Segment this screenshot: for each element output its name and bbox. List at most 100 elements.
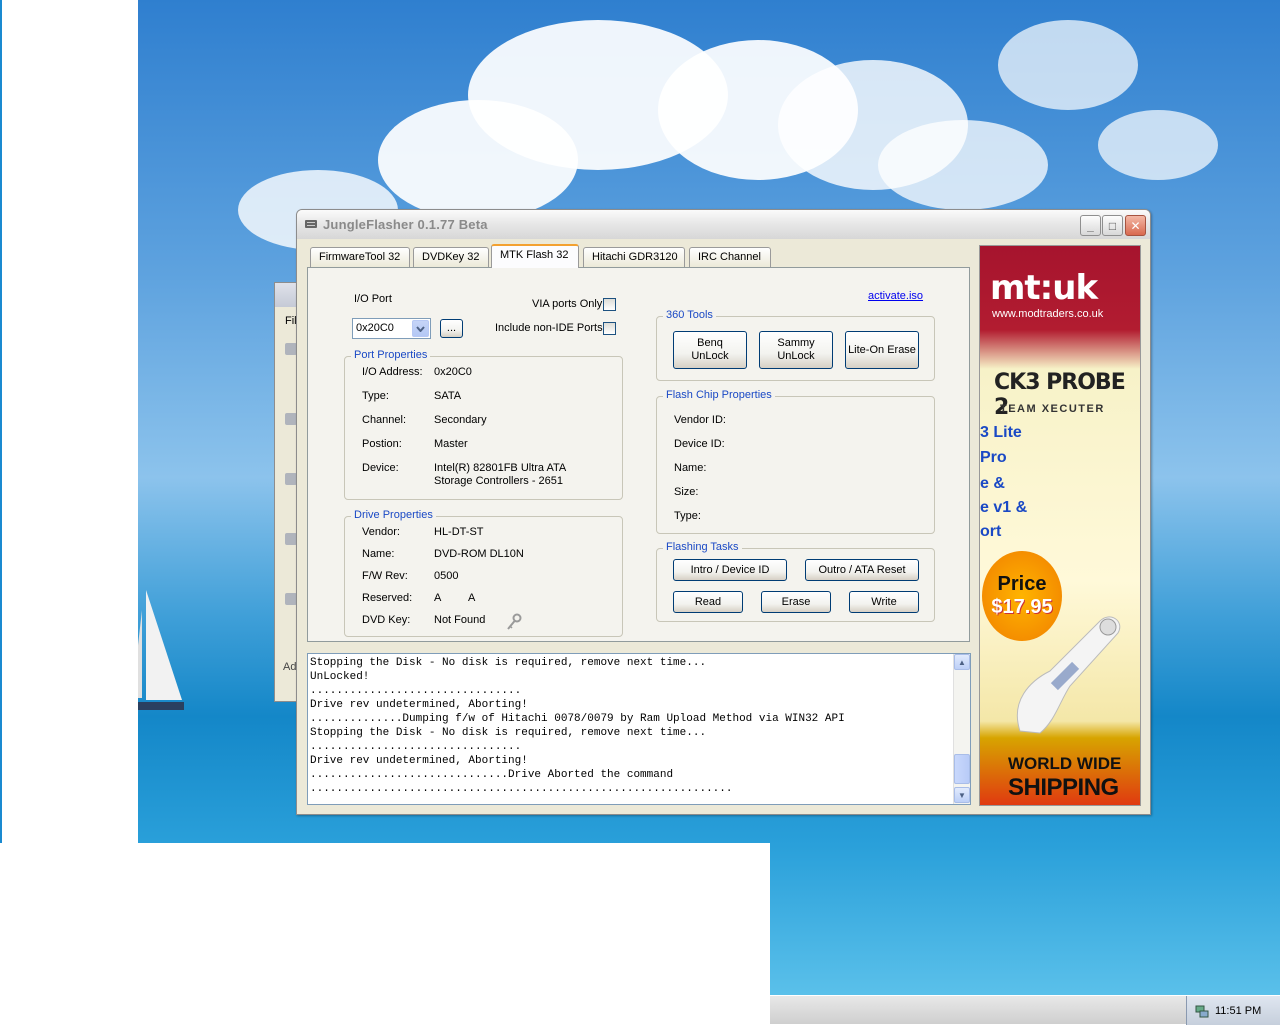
ad-line: ort [980, 523, 1002, 540]
network-icon[interactable] [1195, 1004, 1209, 1018]
minimize-button[interactable]: _ [1080, 215, 1101, 236]
cloud [1098, 110, 1218, 180]
360-tools-group: 360 Tools Benq UnLock Sammy UnLock Lite-… [656, 309, 935, 381]
liteon-erase-button[interactable]: Lite-On Erase [845, 331, 919, 369]
device-label: Device: [362, 462, 399, 474]
position-label: Postion: [362, 438, 402, 450]
ad-shipping-line1: WORLD WIDE [1008, 754, 1122, 773]
chip-type-label: Type: [674, 510, 701, 522]
activate-iso-link[interactable]: activate.iso [868, 290, 923, 302]
flash-chip-properties-group: Flash Chip Properties Vendor ID: Device … [656, 389, 935, 534]
cloud [378, 100, 578, 220]
chip-name-label: Name: [674, 462, 707, 474]
ad-team-name: TEAM XECUTER [1000, 403, 1105, 415]
probe-device-image [1016, 616, 1121, 734]
log-line: ................................ [310, 685, 522, 697]
ad-line: e v1 & [980, 499, 1028, 516]
log-line: Stopping the Disk - No disk is required,… [310, 657, 707, 669]
cloud [878, 120, 1048, 210]
flashing-tasks-title: Flashing Tasks [663, 541, 742, 553]
jungleflasher-window: JungleFlasher 0.1.77 Beta _ □ ✕ Firmware… [296, 209, 1151, 815]
fw-rev-value: 0500 [434, 570, 459, 582]
scroll-down-icon[interactable]: ▼ [954, 787, 970, 803]
ad-logo: mt:uk [990, 268, 1098, 308]
drive-properties-group: Drive Properties Vendor: HL-DT-ST Name: … [344, 509, 623, 637]
ad-line: Pro [980, 449, 1007, 466]
type-value: SATA [434, 390, 462, 402]
tab-dvdkey[interactable]: DVDKey 32 [413, 247, 489, 267]
scroll-thumb[interactable] [954, 754, 970, 784]
via-ports-label: VIA ports Only [532, 298, 603, 310]
intro-device-id-button[interactable]: Intro / Device ID [673, 559, 787, 581]
benq-unlock-label-2: UnLock [691, 350, 729, 362]
non-ide-ports-checkbox[interactable] [603, 322, 616, 335]
close-button[interactable]: ✕ [1125, 215, 1146, 236]
flashing-tasks-group: Flashing Tasks Intro / Device ID Outro /… [656, 541, 935, 622]
system-tray: 11:51 PM [1186, 996, 1280, 1025]
app-icon [305, 220, 317, 228]
vendor-id-label: Vendor ID: [674, 414, 726, 426]
vendor-value: HL-DT-ST [434, 526, 484, 538]
tab-hitachi[interactable]: Hitachi GDR3120 [583, 247, 685, 267]
taskbar: 11:51 PM [770, 995, 1280, 1025]
log-line: ..............................Drive Abor… [310, 769, 674, 781]
chevron-down-icon[interactable] [412, 320, 429, 337]
port-properties-title: Port Properties [351, 349, 431, 361]
dvd-key-label: DVD Key: [362, 614, 411, 626]
vendor-label: Vendor: [362, 526, 400, 538]
blank-region [0, 843, 770, 1024]
key-icon[interactable] [506, 613, 522, 631]
log-text: Stopping the Disk - No disk is required,… [310, 656, 845, 796]
via-ports-checkbox[interactable] [603, 298, 616, 311]
device-value-line2: Storage Controllers - 2651 [434, 475, 564, 487]
name-value: DVD-ROM DL10N [434, 548, 524, 560]
io-port-value: 0x20C0 [356, 322, 394, 334]
tab-firmwaretool[interactable]: FirmwareTool 32 [310, 247, 410, 267]
ad-url: www.modtraders.co.uk [992, 308, 1104, 320]
benq-unlock-button[interactable]: Benq UnLock [673, 331, 747, 369]
erase-button[interactable]: Erase [761, 591, 831, 613]
read-button[interactable]: Read [673, 591, 743, 613]
reserved-value-1: A [434, 592, 442, 604]
log-line: Drive rev undetermined, Aborting! [310, 699, 528, 711]
benq-unlock-label-1: Benq [697, 337, 723, 349]
maximize-button[interactable]: □ [1102, 215, 1123, 236]
tab-irc-channel[interactable]: IRC Channel [689, 247, 771, 267]
log-scrollbar[interactable]: ▲ ▼ [953, 654, 970, 804]
device-value: Intel(R) 82801FB Ultra ATA [434, 462, 567, 474]
io-address-value: 0x20C0 [434, 366, 472, 378]
sammy-unlock-button[interactable]: Sammy UnLock [759, 331, 833, 369]
log-line: ................................ [310, 741, 522, 753]
browse-button[interactable]: ... [440, 319, 463, 338]
sammy-unlock-label-2: UnLock [777, 350, 815, 362]
chip-size-label: Size: [674, 486, 699, 498]
title-bar[interactable]: JungleFlasher 0.1.77 Beta _ □ ✕ [297, 210, 1150, 239]
write-button[interactable]: Write [849, 591, 919, 613]
io-address-label: I/O Address: [362, 366, 423, 378]
sammy-unlock-label-1: Sammy [777, 337, 815, 349]
channel-label: Channel: [362, 414, 407, 426]
clock[interactable]: 11:51 PM [1215, 1005, 1261, 1017]
sailboat-image [138, 590, 184, 710]
ad-shipping-line2: SHIPPING [1008, 774, 1119, 801]
log-line: ..............Dumping f/w of Hitachi 007… [310, 713, 845, 725]
position-value: Master [434, 438, 468, 450]
channel-value: Secondary [434, 414, 487, 426]
advertisement-banner[interactable]: mt:uk www.modtraders.co.uk CK3 PROBE 2 T… [979, 245, 1141, 806]
io-port-select[interactable]: 0x20C0 [352, 318, 431, 339]
log-line: UnLocked! [310, 671, 370, 683]
background-window-menu[interactable]: Fil [285, 315, 297, 327]
log-output[interactable]: Stopping the Disk - No disk is required,… [307, 653, 971, 805]
reserved-value-2: A [468, 592, 476, 604]
outro-ata-reset-button[interactable]: Outro / ATA Reset [805, 559, 919, 581]
port-properties-group: Port Properties I/O Address: 0x20C0 Type… [344, 349, 623, 500]
360-tools-title: 360 Tools [663, 309, 716, 321]
window-title: JungleFlasher 0.1.77 Beta [323, 217, 488, 232]
ad-line: 3 Lite [980, 424, 1022, 441]
drive-properties-title: Drive Properties [351, 509, 436, 521]
scroll-up-icon[interactable]: ▲ [954, 654, 970, 670]
device-id-label: Device ID: [674, 438, 725, 450]
flash-chip-properties-title: Flash Chip Properties [663, 389, 775, 401]
tab-mtk-flash[interactable]: MTK Flash 32 [491, 244, 579, 268]
log-line: Stopping the Disk - No disk is required,… [310, 727, 707, 739]
